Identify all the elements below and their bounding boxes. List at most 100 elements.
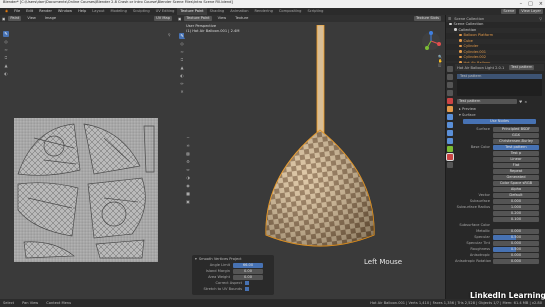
menu-help[interactable]: Help [75,8,89,15]
erase-icon[interactable]: ✕ [179,89,185,95]
surface-section[interactable]: ▾ Surface [455,112,544,118]
render-tab-icon[interactable] [447,74,453,80]
constraints-tab-icon[interactable] [447,138,453,144]
property-value[interactable]: Test pattern [493,144,539,150]
texture-paint-mode-select[interactable]: Texture Paint [184,16,212,21]
material-slot-list[interactable]: Test pattern [457,74,542,96]
tool-settings-tab-icon[interactable] [447,66,453,72]
maximize-icon[interactable]: □ [528,1,533,7]
property-value[interactable]: 1.000 [493,204,539,210]
material-tab-icon[interactable] [446,153,454,161]
scene-selector[interactable]: Scene [501,9,517,14]
texture-tab-icon[interactable] [447,162,453,168]
tab-compositing[interactable]: Compositing [276,8,305,15]
view-layer-selector[interactable]: View Layer [519,9,543,14]
brush-options-icon[interactable]: ⚙ [185,159,191,165]
material-pin-field[interactable]: Test pattern [509,65,535,70]
texture-slots-button[interactable]: Texture Slots [413,16,441,21]
smear-brush-icon[interactable]: ≈ [3,47,9,53]
property-value[interactable]: 0.500 [493,234,539,240]
editor-type-icon[interactable]: ▣ [2,17,5,21]
fill-brush-icon[interactable]: ▲ [3,63,9,69]
image-nav-gizmo[interactable]: ⚲ [168,33,174,47]
draw-brush-icon[interactable]: ✎ [3,31,9,37]
editor-type-icon[interactable]: ▣ [178,17,181,21]
tab-rendering[interactable]: Rendering [252,8,276,15]
image-name-field[interactable]: UV Map [154,16,172,21]
property-value[interactable]: Flat [493,162,539,168]
property-value[interactable]: Color Space sRGB [493,180,539,186]
property-value[interactable]: Linear [493,156,539,162]
outliner-type-icon[interactable]: ☰ [448,17,451,21]
soften-brush-icon[interactable]: ◎ [3,39,9,45]
property-value[interactable]: 0.500 [493,246,539,252]
annotate-icon[interactable]: ✏ [179,81,185,87]
brush-symmetry-icon[interactable]: ⇔ [185,167,191,173]
field-value[interactable]: 0.00 [233,274,263,280]
property-value[interactable]: GGX [493,132,539,138]
tab-texture-paint[interactable]: Texture Paint [177,8,207,15]
mask-brush-icon[interactable]: ◐ [179,73,185,79]
field-value[interactable]: 66.00 [233,262,263,268]
brush-image-icon[interactable]: ▣ [185,199,191,205]
property-value[interactable]: 0.000 [493,258,539,264]
checkbox-checked-icon[interactable] [245,287,249,291]
property-value[interactable]: Default [493,192,539,198]
property-value[interactable]: 0.000 [493,198,539,204]
property-value[interactable]: Alpha [493,186,539,192]
material-slot[interactable]: Test pattern [457,74,542,79]
property-value[interactable]: Principled BSDF [493,126,539,132]
image-mode-select[interactable]: Paint [8,16,22,21]
fill-brush-icon[interactable]: ▲ [179,65,185,71]
balloon-mesh[interactable] [256,25,386,265]
property-value[interactable]: Generated [493,174,539,180]
menu-render[interactable]: Render [36,8,55,15]
tab-uv-editing[interactable]: UV Editing [153,8,178,15]
tab-shading[interactable]: Shading [207,8,228,15]
stretch-uv-bounds-checkbox[interactable]: Stretch to UV Bounds [195,286,271,292]
output-tab-icon[interactable] [447,82,453,88]
menu-edit[interactable]: Edit [23,8,36,15]
redo-panel-collapse-icon[interactable]: ▾ [195,257,197,261]
property-value[interactable]: Christensen-Burley [493,138,539,144]
use-nodes-button[interactable]: Use Nodes [463,119,536,124]
soften-brush-icon[interactable]: ◎ [179,41,185,47]
brush-palette-icon[interactable]: ■ [185,191,191,197]
tab-modeling[interactable]: Modeling [108,8,130,15]
image-menu-view[interactable]: View [24,15,39,22]
property-value[interactable]: 0.100 [493,216,539,222]
physics-tab-icon[interactable] [447,130,453,136]
minimize-icon[interactable]: – [520,1,523,7]
brush-stroke-icon[interactable]: ≌ [185,143,191,149]
close-icon[interactable]: × [539,1,543,7]
scene-tab-icon[interactable] [447,90,453,96]
clone-brush-icon[interactable]: ⎕ [179,57,185,63]
uv-map-image[interactable] [14,118,158,262]
image-menu-image[interactable]: Image [42,15,59,22]
property-value[interactable]: 0.000 [493,228,539,234]
tab-scripting[interactable]: Scripting [304,8,326,15]
menu-window[interactable]: Window [55,8,75,15]
blender-logo-icon[interactable]: ◉ [2,8,11,15]
modifier-tab-icon[interactable] [447,114,453,120]
brush-cavity-icon[interactable]: ◉ [185,183,191,189]
filter-icon[interactable]: ▽ [539,17,542,21]
brush-mask-icon[interactable]: ◑ [185,175,191,181]
brush-texture-icon[interactable]: ▩ [185,151,191,157]
brush-falloff-icon[interactable]: ∼ [185,135,191,141]
viewport-menu-texture[interactable]: Texture [232,15,251,22]
property-value[interactable]: Test p [493,150,539,156]
viewport-menu-view[interactable]: View [215,15,230,22]
property-value[interactable]: 0.000 [493,252,539,258]
data-tab-icon[interactable] [447,146,453,152]
remove-material-icon[interactable]: × [524,100,527,104]
mask-brush-icon[interactable]: ◐ [3,71,9,77]
checkbox-checked-icon[interactable] [245,281,249,285]
tab-animation[interactable]: Animation [227,8,251,15]
particles-tab-icon[interactable] [447,122,453,128]
object-tab-icon[interactable] [447,106,453,112]
property-value[interactable]: Repeat [493,168,539,174]
camera-view-icon[interactable]: ◫ [438,63,442,67]
menu-file[interactable]: File [11,8,23,15]
field-value[interactable]: 0.00 [233,268,263,274]
